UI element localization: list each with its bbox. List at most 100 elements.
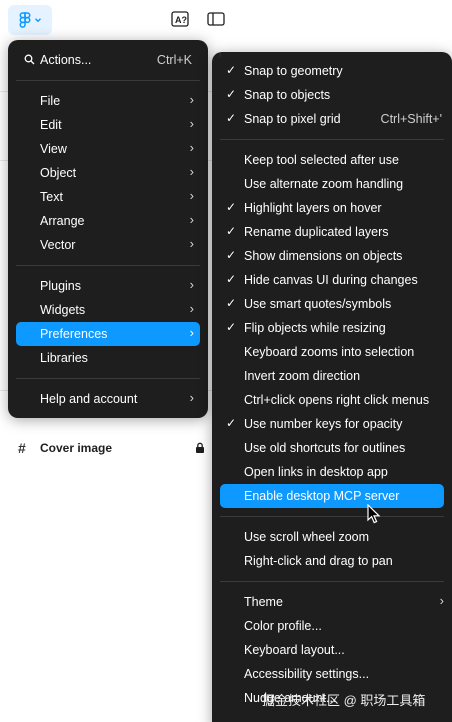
menu-item-view[interactable]: View › [16,137,200,161]
menu-item-text[interactable]: Text › [16,185,200,209]
main-menu: Actions... Ctrl+K File › Edit › View › O… [8,40,208,418]
chevron-right-icon: › [189,188,194,203]
pref-smart-quotes[interactable]: ✓ Use smart quotes/symbols [220,292,444,316]
checkmark-icon: ✓ [226,87,237,101]
menu-item-label: Snap to pixel grid [244,112,341,126]
pref-snap-to-geometry[interactable]: ✓ Snap to geometry [220,59,444,83]
chevron-right-icon: › [189,164,194,179]
menu-item-label: Enable desktop MCP server [244,489,400,503]
menu-separator [220,516,444,517]
menu-item-label: Theme [244,595,283,609]
layer-row-cover-image[interactable]: # Cover image [0,436,220,460]
preferences-submenu: ✓ Snap to geometry ✓ Snap to objects ✓ S… [212,52,452,722]
checkmark-icon: ✓ [226,63,237,77]
checkmark-icon: ✓ [226,248,237,262]
menu-item-label: Vector [40,238,76,252]
chevron-right-icon: › [189,92,194,107]
chevron-right-icon: › [189,116,194,131]
menu-item-help-and-account[interactable]: Help and account › [16,387,200,411]
menu-item-label: Actions... [40,53,92,67]
chevron-right-icon: › [189,301,194,316]
menu-item-label: Help and account [40,392,138,406]
menu-item-preferences[interactable]: Preferences › [16,322,200,346]
menu-item-arrange[interactable]: Arrange › [16,209,200,233]
menu-item-label: Right-click and drag to pan [244,554,393,568]
menu-item-label: Plugins [40,279,81,293]
pref-enable-mcp-server[interactable]: Enable desktop MCP server [220,484,444,508]
pref-hide-canvas-ui[interactable]: ✓ Hide canvas UI during changes [220,268,444,292]
svg-text:A?: A? [175,15,187,25]
menu-item-plugins[interactable]: Plugins › [16,274,200,298]
menu-item-label: Hide canvas UI during changes [244,273,418,287]
menu-separator [16,80,200,81]
pref-invert-zoom[interactable]: Invert zoom direction [220,364,444,388]
menu-item-label: Snap to geometry [244,64,343,78]
menu-separator [220,581,444,582]
sidebar-toggle-icon[interactable] [206,9,226,29]
menu-item-object[interactable]: Object › [16,161,200,185]
checkmark-icon: ✓ [226,416,237,430]
pref-accessibility-settings[interactable]: Accessibility settings... [220,662,444,686]
watermark-text: 掘金技术社区 @ 职场工具箱 [262,693,426,708]
menu-item-label: Arrange [40,214,85,228]
pref-number-keys-opacity[interactable]: ✓ Use number keys for opacity [220,412,444,436]
menu-item-label: Text [40,190,63,204]
menu-item-label: Edit [40,118,62,132]
menu-item-label: Open links in desktop app [244,465,388,479]
chevron-down-icon [34,18,41,23]
checkmark-icon: ✓ [226,200,237,214]
menu-item-label: Show dimensions on objects [244,249,403,263]
menu-item-label: Use old shortcuts for outlines [244,441,406,455]
submenu-chevron-icon: › [218,49,222,61]
pref-scroll-wheel-zoom[interactable]: Use scroll wheel zoom [220,525,444,549]
pref-highlight-layers[interactable]: ✓ Highlight layers on hover [220,196,444,220]
menu-item-widgets[interactable]: Widgets › [16,298,200,322]
top-toolbar: A? [0,0,452,40]
menu-item-label: Keyboard zooms into selection [244,345,415,359]
pref-right-click-pan[interactable]: Right-click and drag to pan [220,549,444,573]
pref-snap-to-pixel-grid[interactable]: ✓ Snap to pixel grid Ctrl+Shift+' [220,107,444,131]
menu-item-label: Use number keys for opacity [244,417,403,431]
pref-keyboard-zooms[interactable]: Keyboard zooms into selection [220,340,444,364]
menu-item-actions[interactable]: Actions... Ctrl+K [16,48,200,72]
main-menu-button[interactable] [8,5,52,35]
ai-text-icon[interactable]: A? [170,9,190,29]
lock-icon[interactable] [195,442,205,454]
chevron-right-icon: › [189,212,194,227]
pref-show-dimensions[interactable]: ✓ Show dimensions on objects [220,244,444,268]
menu-item-label: Snap to objects [244,88,331,102]
shortcut-label: Ctrl+Shift+' [380,112,442,126]
pref-keep-tool-selected[interactable]: Keep tool selected after use [220,148,444,172]
menu-item-label: Highlight layers on hover [244,201,382,215]
menu-item-file[interactable]: File › [16,89,200,113]
checkmark-icon: ✓ [226,296,237,310]
pref-flip-objects[interactable]: ✓ Flip objects while resizing [220,316,444,340]
figma-logo-icon [19,11,30,28]
layer-name: Cover image [40,441,113,455]
menu-item-libraries[interactable]: Libraries [16,346,200,370]
menu-item-label: Libraries [40,351,88,365]
pref-open-links-desktop[interactable]: Open links in desktop app [220,460,444,484]
pref-theme[interactable]: Theme › [220,590,444,614]
chevron-right-icon: › [189,325,194,340]
menu-separator [220,139,444,140]
pref-alternate-zoom[interactable]: Use alternate zoom handling [220,172,444,196]
pref-ctrl-click-menus[interactable]: Ctrl+click opens right click menus [220,388,444,412]
menu-item-label: Invert zoom direction [244,369,361,383]
pref-old-outline-shortcuts[interactable]: Use old shortcuts for outlines [220,436,444,460]
menu-item-label: View [40,142,67,156]
menu-item-edit[interactable]: Edit › [16,113,200,137]
chevron-right-icon: › [189,277,194,292]
pref-keyboard-layout[interactable]: Keyboard layout... [220,638,444,662]
menu-item-label: Keyboard layout... [244,643,345,657]
checkmark-icon: ✓ [226,272,237,286]
menu-item-vector[interactable]: Vector › [16,233,200,257]
pref-snap-to-objects[interactable]: ✓ Snap to objects [220,83,444,107]
menu-item-label: Widgets [40,303,86,317]
menu-separator [16,265,200,266]
checkmark-icon: ✓ [226,224,237,238]
checkmark-icon: ✓ [226,320,237,334]
pref-color-profile[interactable]: Color profile... [220,614,444,638]
pref-rename-duplicated[interactable]: ✓ Rename duplicated layers [220,220,444,244]
search-icon [24,54,35,65]
